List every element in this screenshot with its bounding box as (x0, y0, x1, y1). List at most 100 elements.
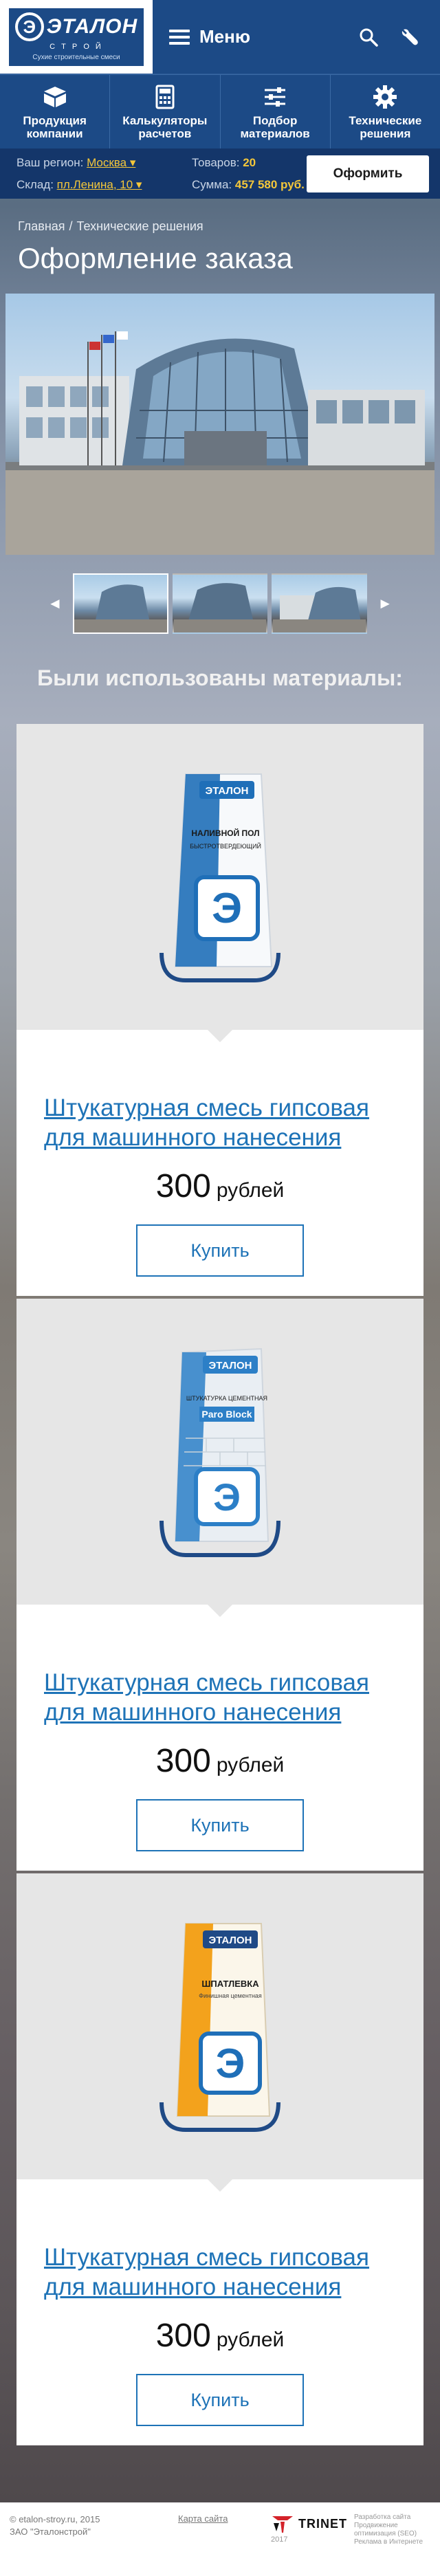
bag-desc: Финишная цементная (199, 1992, 262, 1999)
gallery-thumbnail[interactable] (72, 573, 168, 634)
gallery-thumbnails: ◄ ► (41, 572, 399, 635)
gallery-prev-arrow[interactable]: ◄ (41, 595, 69, 613)
dev-desc-line: Продвижение (354, 2522, 398, 2529)
top-bar: Э ЭТАЛОН С Т Р О Й Сухие строительные см… (0, 0, 440, 74)
price-currency: рублей (216, 2329, 285, 2351)
trinet-logo-icon (272, 2516, 293, 2533)
checkout-button[interactable]: Оформить (307, 155, 429, 192)
price-value: 300 (155, 2318, 211, 2354)
product-card: ЭТАЛОН НАЛИВНОЙ ПОЛ БЫСТРОТВЕРДЕЮЩИЙ Э Ш… (16, 724, 424, 1296)
footer-links: Карта сайта (178, 2513, 271, 2524)
developer-description: Разработка сайта Продвижение оптимизация… (354, 2513, 423, 2546)
gear-icon (373, 85, 397, 109)
quicknav-products[interactable]: Продукция компании (0, 75, 111, 148)
menu-label: Меню (199, 26, 251, 47)
buy-button[interactable]: Купить (136, 1799, 304, 1851)
page: Э ЭТАЛОН С Т Р О Й Сухие строительные см… (0, 0, 440, 2576)
copyright-text: © etalon-stroy.ru, 2015 (10, 2514, 100, 2524)
bag-brand: ЭТАЛОН (209, 1360, 252, 1372)
quicknav-label-line2: решения (360, 126, 411, 140)
quicknav-label-line1: Калькуляторы (122, 113, 208, 127)
quicknav-label-line1: Подбор (252, 113, 298, 127)
svg-text:Э: Э (213, 1475, 241, 1519)
gallery-next-arrow[interactable]: ► (371, 595, 399, 613)
price-currency: рублей (216, 1754, 285, 1776)
product-name-link[interactable]: Штукатурная смесь гипсовая для машинного… (44, 1668, 396, 1727)
wrench-icon (402, 29, 418, 45)
quicknav-calculators[interactable]: Калькуляторы расчетов (110, 75, 221, 148)
dev-desc-line: Реклама в Интернете (354, 2538, 424, 2546)
quicknav-label-line1: Технические (349, 113, 422, 127)
breadcrumb-home[interactable]: Главная (18, 219, 65, 233)
page-title: Оформление заказа (18, 242, 293, 274)
product-name-link[interactable]: Штукатурная смесь гипсовая для машинного… (44, 1093, 396, 1152)
product-image[interactable]: ЭТАЛОН НАЛИВНОЙ ПОЛ БЫСТРОТВЕРДЕЮЩИЙ Э (16, 724, 424, 1042)
breadcrumb: Главная / Технические решения (18, 219, 440, 234)
logo-word: ЭТАЛОН (46, 15, 138, 38)
search-button[interactable] (355, 23, 382, 51)
product-card: ЭТАЛОН ШТУКАТУРКА ЦЕМЕНТНАЯ Paro Block Э… (16, 1299, 424, 1871)
product-card: ЭТАЛОН ШПАТЛЕВКА Финишная цементная Э Шт… (16, 1873, 424, 2445)
hero-image (6, 294, 434, 555)
gallery-thumbnail[interactable] (272, 573, 368, 634)
buy-button[interactable]: Купить (136, 2374, 304, 2426)
bag-title: НАЛИВНОЙ ПОЛ (191, 828, 259, 838)
quicknav-label-line2: расчетов (138, 126, 192, 140)
svg-text:Э: Э (216, 2040, 245, 2087)
developer-block[interactable]: TRINET 2017 Разработка сайта Продвижение… (271, 2513, 430, 2546)
quicknav-materials[interactable]: Подбор материалов (221, 75, 331, 148)
quicknav-label-line2: компании (26, 126, 83, 140)
product-price: 300 рублей (16, 2317, 424, 2355)
bag-brand: ЭТАЛОН (209, 1935, 252, 1946)
cart-summary: Товаров: 20 Сумма: 457 580 руб. (192, 156, 307, 192)
top-nav: Меню (153, 0, 440, 74)
sitemap-link[interactable]: Карта сайта (178, 2513, 228, 2524)
product-price: 300 рублей (16, 1742, 424, 1780)
materials-title: Были использованы материалы: (37, 665, 403, 690)
footer: © etalon-stroy.ru, 2015 ЗАО "Эталонстрой… (0, 2502, 440, 2576)
sum-label: Сумма: (192, 177, 232, 191)
product-price: 300 рублей (16, 1167, 424, 1205)
product-image[interactable]: ЭТАЛОН ШПАТЛЕВКА Финишная цементная Э (16, 1873, 424, 2192)
calculator-icon (155, 85, 175, 109)
goods-count: 20 (243, 155, 256, 169)
price-currency: рублей (216, 1179, 285, 1202)
buy-button[interactable]: Купить (136, 1224, 304, 1277)
warehouse-select[interactable]: пл.Ленина, 10 ▾ (57, 178, 142, 191)
logo-e-icon: Э (14, 12, 44, 41)
bag-desc: ШТУКАТУРКА ЦЕМЕНТНАЯ (186, 1395, 267, 1402)
bag-title: Paro Block (201, 1409, 252, 1420)
logo-sub: С Т Р О Й (50, 43, 103, 51)
search-icon (360, 28, 378, 47)
cart-bar: Ваш регион: Москва ▾ Склад: пл.Ленина, 1… (0, 148, 440, 199)
breadcrumb-separator: / (69, 219, 73, 233)
price-value: 300 (155, 1743, 211, 1779)
dev-desc-line: Разработка сайта (354, 2513, 411, 2521)
logo[interactable]: Э ЭТАЛОН С Т Р О Й Сухие строительные см… (0, 0, 153, 74)
dev-desc-line: оптимизация (SEO) (354, 2530, 417, 2538)
gallery-thumbnail[interactable] (172, 573, 268, 634)
product-name-link[interactable]: Штукатурная смесь гипсовая для машинного… (44, 2243, 396, 2302)
breadcrumb-current[interactable]: Технические решения (77, 219, 204, 233)
sum-value: 457 580 руб. (234, 177, 305, 191)
goods-label: Товаров: (192, 155, 240, 169)
tools-button[interactable] (396, 23, 424, 51)
developer-year: 2017 (271, 2535, 288, 2544)
boxes-icon (43, 86, 66, 107)
quicknav-solutions[interactable]: Технические решения (331, 75, 440, 148)
quicknav-label-line1: Продукция (23, 113, 87, 127)
developer-brand: TRINET (298, 2516, 347, 2531)
building-illustration (6, 331, 434, 555)
region-block: Ваш регион: Москва ▾ Склад: пл.Ленина, 1… (16, 156, 192, 192)
bag-brand: ЭТАЛОН (206, 785, 249, 797)
company-name: ЗАО "Эталонстрой" (10, 2527, 91, 2537)
sliders-icon (265, 87, 286, 107)
warehouse-label: Склад: (16, 177, 54, 191)
product-bag-illustration: ЭТАЛОН ШТУКАТУРКА ЦЕМЕНТНАЯ Paro Block Э (160, 1347, 280, 1557)
bag-title: ШПАТЛЕВКА (201, 1979, 259, 1989)
product-image[interactable]: ЭТАЛОН ШТУКАТУРКА ЦЕМЕНТНАЯ Paro Block Э (16, 1299, 424, 1617)
menu-button[interactable]: Меню (169, 26, 250, 47)
region-select[interactable]: Москва ▾ (87, 156, 135, 169)
hamburger-icon (169, 29, 190, 45)
product-bag-illustration: ЭТАЛОН НАЛИВНОЙ ПОЛ БЫСТРОТВЕРДЕЮЩИЙ Э (160, 773, 280, 982)
